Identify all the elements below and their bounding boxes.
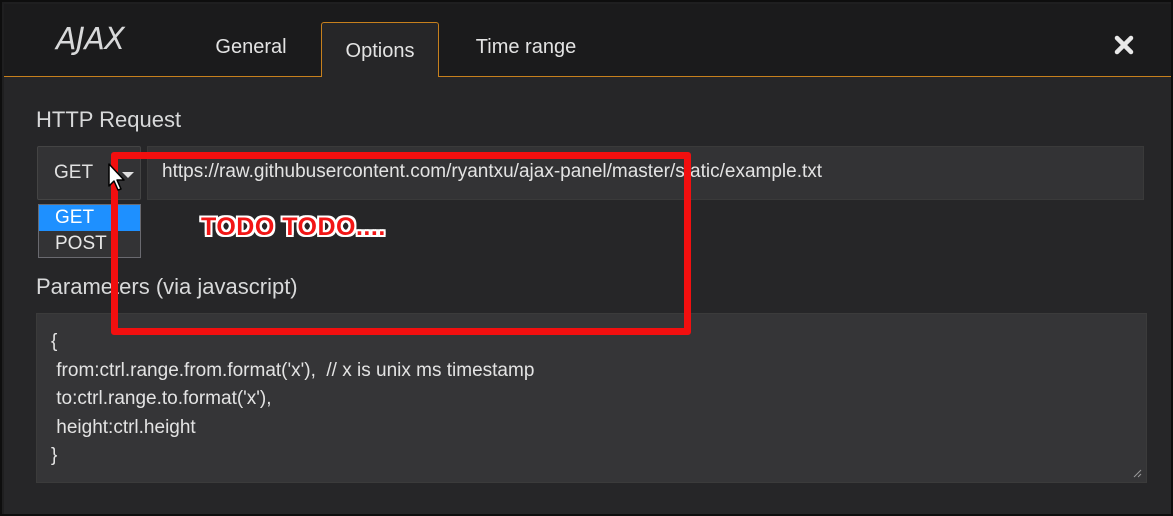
panel-title: AJAX — [56, 22, 125, 57]
http-method-value: GET — [54, 162, 94, 183]
tab-time-range[interactable]: Time range — [452, 22, 600, 76]
parameters-code-editor[interactable]: { from:ctrl.range.from.format('x'), // x… — [36, 313, 1147, 483]
tab-options[interactable]: Options — [321, 22, 439, 78]
editor-tab-bar: AJAX General Options Time range — [4, 4, 1171, 78]
http-request-title: HTTP Request — [36, 107, 182, 132]
annotation-highlight-box — [111, 152, 691, 335]
parameters-code-text: { from:ctrl.range.from.format('x'), // x… — [51, 331, 535, 466]
tab-general[interactable]: General — [184, 22, 318, 76]
panel-editor: AJAX General Options Time range HTTP Req… — [0, 0, 1173, 516]
close-icon[interactable] — [1113, 34, 1135, 56]
annotation-text: TODO TODO.... — [201, 213, 386, 241]
resize-grip-icon[interactable] — [1132, 468, 1142, 478]
mouse-pointer-icon — [108, 163, 125, 191]
